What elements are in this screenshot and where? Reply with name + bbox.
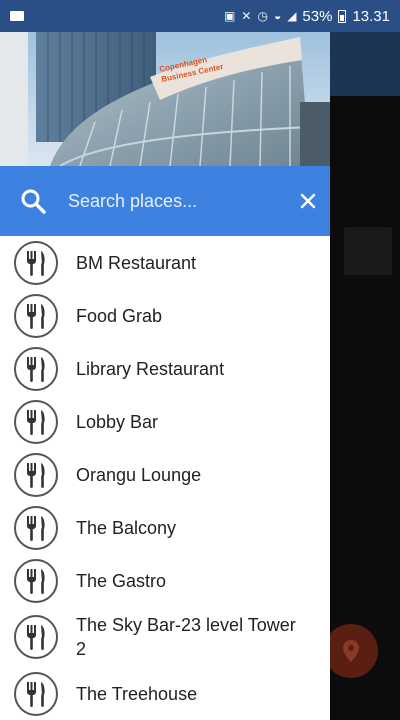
mute-icon: ✕	[241, 9, 252, 23]
list-item[interactable]: Lobby Bar	[0, 395, 330, 448]
close-icon[interactable]	[300, 188, 316, 214]
restaurant-icon	[14, 671, 58, 716]
background-app[interactable]	[324, 32, 400, 720]
background-app-bar	[330, 32, 400, 96]
restaurant-icon	[14, 558, 58, 603]
restaurant-icon	[14, 240, 58, 285]
list-item[interactable]: The Balcony	[0, 501, 330, 554]
status-time: 13.31	[352, 7, 390, 25]
list-item[interactable]: Library Restaurant	[0, 342, 330, 395]
search-icon[interactable]	[20, 185, 46, 217]
location-fab[interactable]	[324, 624, 378, 678]
wifi-icon: ◒	[273, 9, 282, 23]
restaurant-icon	[14, 452, 58, 497]
restaurant-icon	[14, 505, 58, 550]
restaurant-icon	[14, 615, 58, 659]
navigation-drawer: Copenhagen Business Center Search places…	[0, 32, 330, 720]
list-item-label: Orangu Lounge	[76, 464, 202, 485]
battery-icon	[338, 9, 347, 23]
header-image: Copenhagen Business Center	[0, 32, 330, 166]
building-photo: Copenhagen Business Center	[0, 32, 330, 166]
list-item-label: BM Restaurant	[76, 252, 197, 273]
restaurant-icon	[14, 346, 58, 391]
battery-percent: 53%	[302, 7, 333, 25]
list-item[interactable]: The Sky Bar-23 level Tower 2	[0, 607, 330, 667]
search-bar	[0, 166, 330, 236]
status-bar: ▣ ✕ ◷ ◒ ◢ 53% 13.31	[0, 0, 400, 32]
search-input[interactable]	[68, 190, 300, 212]
notification-icon	[10, 11, 24, 21]
restaurant-icon	[14, 399, 58, 444]
list-item-label: The Sky Bar-23 level Tower 2	[76, 615, 296, 659]
list-item[interactable]: Food Grab	[0, 289, 330, 342]
list-item[interactable]: BM Restaurant	[0, 236, 330, 289]
list-item-label: Library Restaurant	[76, 358, 225, 379]
status-icons: ▣ ✕ ◷ ◒ ◢ 53% 13.31	[224, 8, 390, 25]
list-item[interactable]: Orangu Lounge	[0, 448, 330, 501]
list-item[interactable]: The Treehouse	[0, 667, 330, 720]
list-item-label: The Gastro	[76, 570, 167, 591]
signal-icon: ◢	[287, 9, 297, 23]
places-list: BM Restaurant Food Grab Library Restaura…	[0, 236, 330, 720]
location-pin-icon	[343, 640, 359, 662]
restaurant-icon	[14, 293, 58, 338]
background-panel	[344, 227, 392, 275]
alarm-icon: ◷	[257, 9, 268, 23]
list-item[interactable]: The Gastro	[0, 554, 330, 607]
list-item-label: Food Grab	[76, 305, 163, 326]
list-item-label: Lobby Bar	[76, 411, 159, 432]
list-item-label: The Balcony	[76, 517, 177, 538]
list-item-label: The Treehouse	[76, 683, 198, 704]
nfc-icon: ▣	[224, 9, 236, 23]
